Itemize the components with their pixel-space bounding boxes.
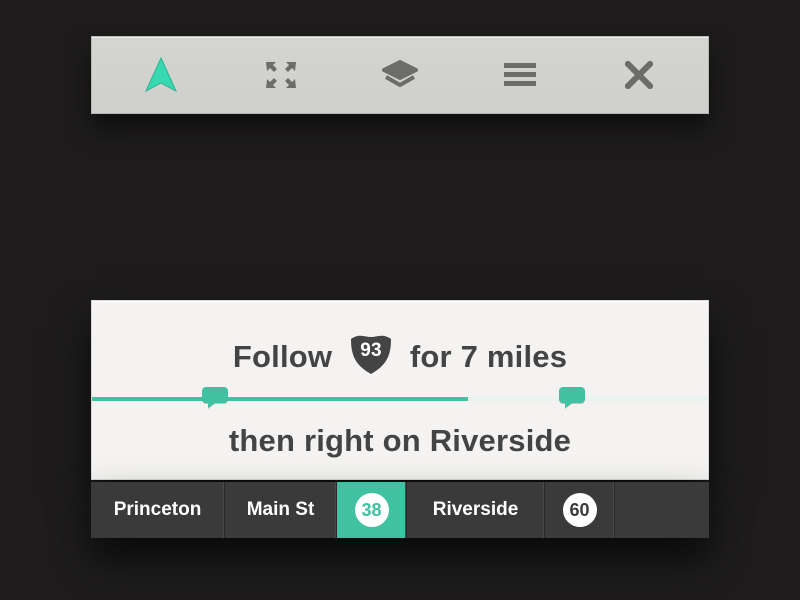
route-step-street[interactable]: Riverside — [407, 482, 545, 538]
route-step-spacer — [615, 482, 709, 538]
highway-shield: 93 — [347, 333, 395, 375]
route-step-street[interactable]: Main St — [225, 482, 337, 538]
progress-fill — [92, 397, 468, 401]
direction-card: Follow 93 for 7 miles then right on Rive… — [91, 300, 709, 480]
progress-marker-2[interactable] — [559, 385, 585, 407]
highway-badge: 60 — [563, 493, 597, 527]
toolbar — [91, 36, 709, 114]
close-button[interactable] — [612, 55, 666, 95]
direction-line1-suffix: for 7 miles — [410, 339, 567, 374]
layers-button[interactable] — [373, 55, 427, 95]
route-step-highway[interactable]: 60 — [545, 482, 615, 538]
route-step-street[interactable]: Princeton — [91, 482, 225, 538]
fullscreen-button[interactable] — [254, 55, 308, 95]
highway-number: 93 — [347, 340, 395, 362]
navigation-arrow-icon — [144, 57, 178, 93]
route-steps-bar: PrincetonMain St 38 Riverside 60 — [91, 482, 709, 538]
highway-badge: 38 — [355, 493, 389, 527]
direction-line-2: then right on Riverside — [92, 423, 708, 459]
close-icon — [625, 61, 653, 89]
direction-progress — [92, 395, 708, 403]
progress-marker-1[interactable] — [202, 385, 228, 407]
direction-line-1: Follow 93 for 7 miles — [92, 333, 708, 375]
menu-icon — [504, 62, 536, 88]
layers-icon — [380, 60, 420, 90]
fullscreen-icon — [264, 60, 298, 90]
menu-button[interactable] — [493, 55, 547, 95]
speech-bubble-icon — [559, 385, 585, 409]
speech-bubble-icon — [202, 385, 228, 409]
route-step-highway[interactable]: 38 — [337, 482, 407, 538]
nav-arrow-button[interactable] — [134, 55, 188, 95]
direction-line1-prefix: Follow — [233, 339, 332, 374]
